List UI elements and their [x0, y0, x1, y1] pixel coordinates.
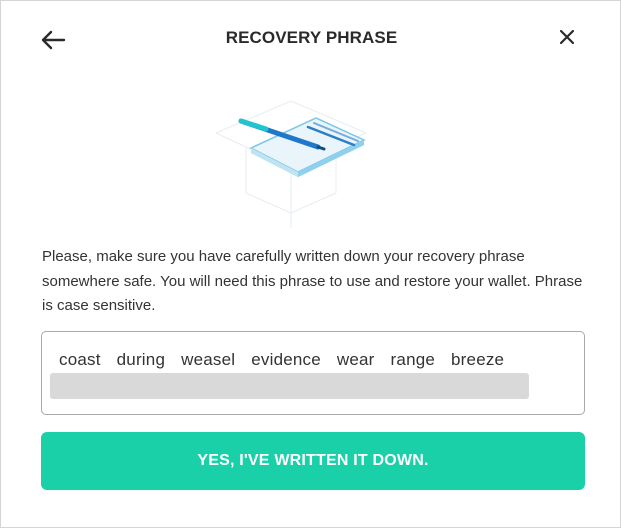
confirm-written-button[interactable]: YES, I'VE WRITTEN IT DOWN.: [41, 432, 585, 490]
phrase-word: range: [390, 350, 436, 369]
notebook-with-pen-icon: [215, 100, 367, 228]
close-icon: [559, 29, 575, 45]
close-button[interactable]: [553, 23, 581, 51]
hidden-phrase-redaction: [50, 373, 529, 399]
recovery-phrase-dialog: RECOVERY PHRASE Please, make sure you ha…: [0, 0, 621, 528]
phrase-word: during: [116, 350, 166, 369]
phrase-words: coast during weasel evidence wear range …: [59, 350, 520, 370]
phrase-word: coast: [59, 350, 101, 369]
phrase-word: weasel: [181, 350, 236, 369]
page-title: RECOVERY PHRASE: [225, 28, 398, 47]
phrase-word: breeze: [451, 350, 505, 369]
phrase-word: wear: [336, 350, 375, 369]
recovery-phrase-box: coast during weasel evidence wear range …: [41, 331, 585, 415]
phrase-word: evidence: [251, 350, 321, 369]
instruction-text: Please, make sure you have carefully wri…: [42, 248, 583, 314]
